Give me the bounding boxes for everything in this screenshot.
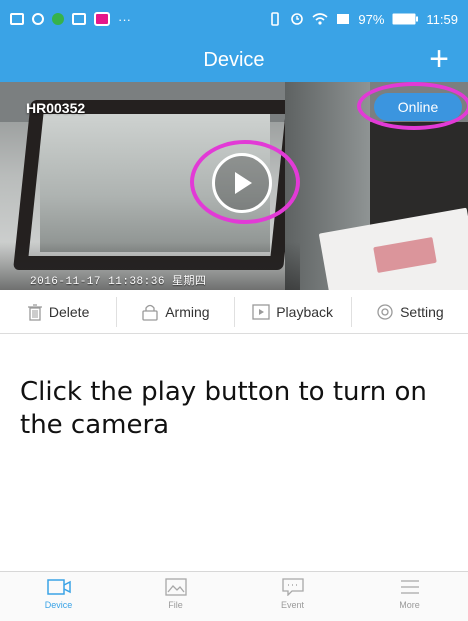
lock-icon: [142, 304, 158, 321]
add-device-button[interactable]: +: [422, 40, 456, 80]
tab-more-label: More: [399, 600, 420, 610]
video-timestamp: 2016-11-17 11:38:36 星期四: [30, 276, 207, 288]
status-bar: ··· 97% 11:59: [0, 0, 468, 38]
play-highlight-circle: [190, 140, 300, 224]
vibrate-icon: [271, 12, 280, 26]
battery-icon: [392, 13, 419, 25]
tab-file[interactable]: File: [117, 572, 234, 621]
status-right-icons: 97% 11:59: [268, 12, 458, 27]
arming-label: Arming: [165, 303, 210, 320]
online-highlight-circle: [357, 82, 468, 130]
chat-icon: [281, 578, 304, 596]
image-icon: [164, 578, 187, 596]
status-left-icons: ···: [10, 12, 131, 27]
delete-button[interactable]: Delete: [0, 296, 118, 327]
page-title: Device: [203, 48, 265, 71]
gallery-icon: [10, 13, 24, 25]
alarm-icon: [291, 13, 304, 25]
delete-label: Delete: [48, 303, 90, 320]
image-icon: [72, 13, 86, 25]
wifi-icon: [312, 13, 328, 25]
arming-button[interactable]: Arming: [117, 296, 235, 327]
camera-name: HR00352: [26, 100, 86, 116]
data-icon: [337, 14, 350, 24]
trash-icon: [27, 303, 42, 321]
playback-icon: [252, 303, 270, 320]
tab-event-label: Event: [280, 600, 304, 610]
camera-preview[interactable]: HR00352 Online 2016-11-17 11:38:36 星期四: [0, 82, 468, 290]
playback-button[interactable]: Playback: [235, 296, 352, 327]
tab-file-label: File: [168, 600, 183, 610]
message-icon: [94, 12, 110, 26]
status-time: 11:59: [426, 11, 458, 27]
setting-button[interactable]: Setting: [352, 297, 468, 327]
tab-more[interactable]: More: [351, 572, 468, 621]
app-header: Device +: [0, 38, 468, 82]
camera-icon: [46, 579, 71, 595]
setting-label: Setting: [400, 303, 444, 320]
battery-percent: 97%: [358, 11, 385, 27]
device-action-bar: Delete Arming Playback Setting: [0, 290, 468, 334]
tab-event[interactable]: Event: [234, 572, 351, 621]
gear-icon: [377, 303, 393, 320]
instruction-text: Click the play button to turn on the cam…: [20, 377, 427, 440]
playback-label: Playback: [276, 303, 334, 320]
bottom-tab-bar: Device File Event More: [0, 571, 468, 621]
color-dot-icon: [52, 13, 64, 25]
tab-device-label: Device: [44, 600, 73, 610]
more-icon: ···: [118, 11, 131, 27]
tab-device[interactable]: Device: [0, 572, 117, 621]
menu-icon: [400, 580, 419, 594]
circle-icon: [32, 13, 44, 25]
